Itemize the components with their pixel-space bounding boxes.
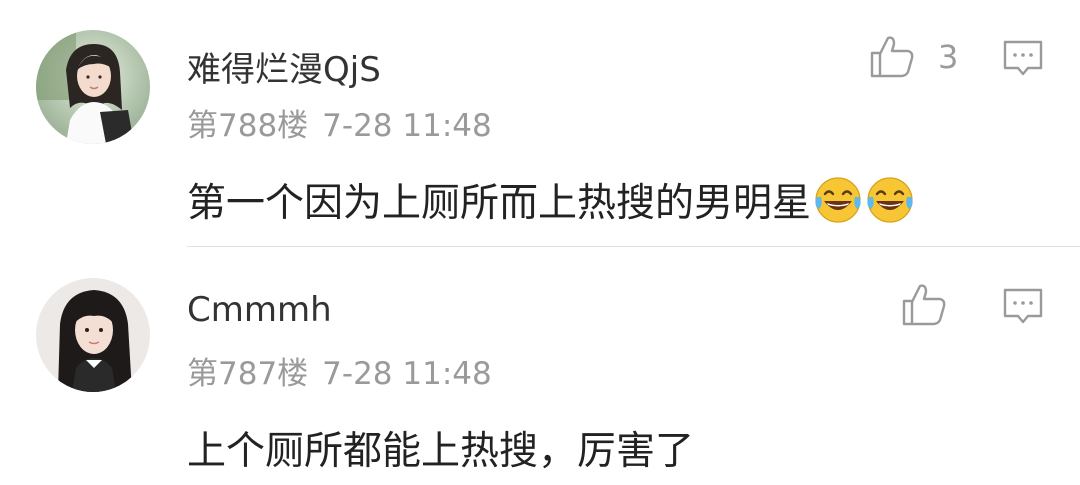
laughing-tears-emoji: [867, 177, 913, 223]
divider: [187, 246, 1080, 247]
avatar-image: [36, 30, 150, 144]
username[interactable]: 难得烂漫QjS: [187, 42, 381, 91]
comment-text: 上个厕所都能上热搜，厉害了: [187, 429, 695, 474]
thumbs-up-icon[interactable]: [868, 32, 916, 80]
avatar-image: [36, 278, 150, 392]
timestamp: 7-28 11:48: [322, 108, 492, 144]
thumbs-up-icon[interactable]: [900, 280, 948, 328]
floor-number: 第787楼: [187, 356, 309, 392]
comment-meta: 第788楼 7-28 11:48: [187, 100, 492, 145]
comment-text-row: 上个厕所都能上热搜，厉害了: [187, 420, 694, 476]
timestamp: 7-28 11:48: [322, 356, 492, 392]
comment-item: 难得烂漫QjS 第788楼 7-28 11:48 第一个因为上厕所而上热搜的男明星: [0, 0, 1080, 247]
laughing-tears-emoji: [815, 177, 861, 223]
avatar[interactable]: [36, 278, 150, 392]
comment-bubble-icon[interactable]: [1002, 286, 1044, 328]
like-count: 3: [938, 38, 959, 76]
avatar[interactable]: [36, 30, 150, 144]
comment-meta: 第787楼 7-28 11:48: [187, 348, 492, 393]
comment-text: 第一个因为上厕所而上热搜的男明星: [187, 181, 812, 226]
comment-bubble-icon[interactable]: [1002, 38, 1044, 80]
username[interactable]: Cmmmh: [187, 290, 332, 330]
floor-number: 第788楼: [187, 108, 309, 144]
comment-item: Cmmmh 第787楼 7-28 11:48 上个厕所都能上热搜，厉害了: [0, 248, 1080, 485]
comment-text-row: 第一个因为上厕所而上热搜的男明星: [187, 172, 915, 228]
